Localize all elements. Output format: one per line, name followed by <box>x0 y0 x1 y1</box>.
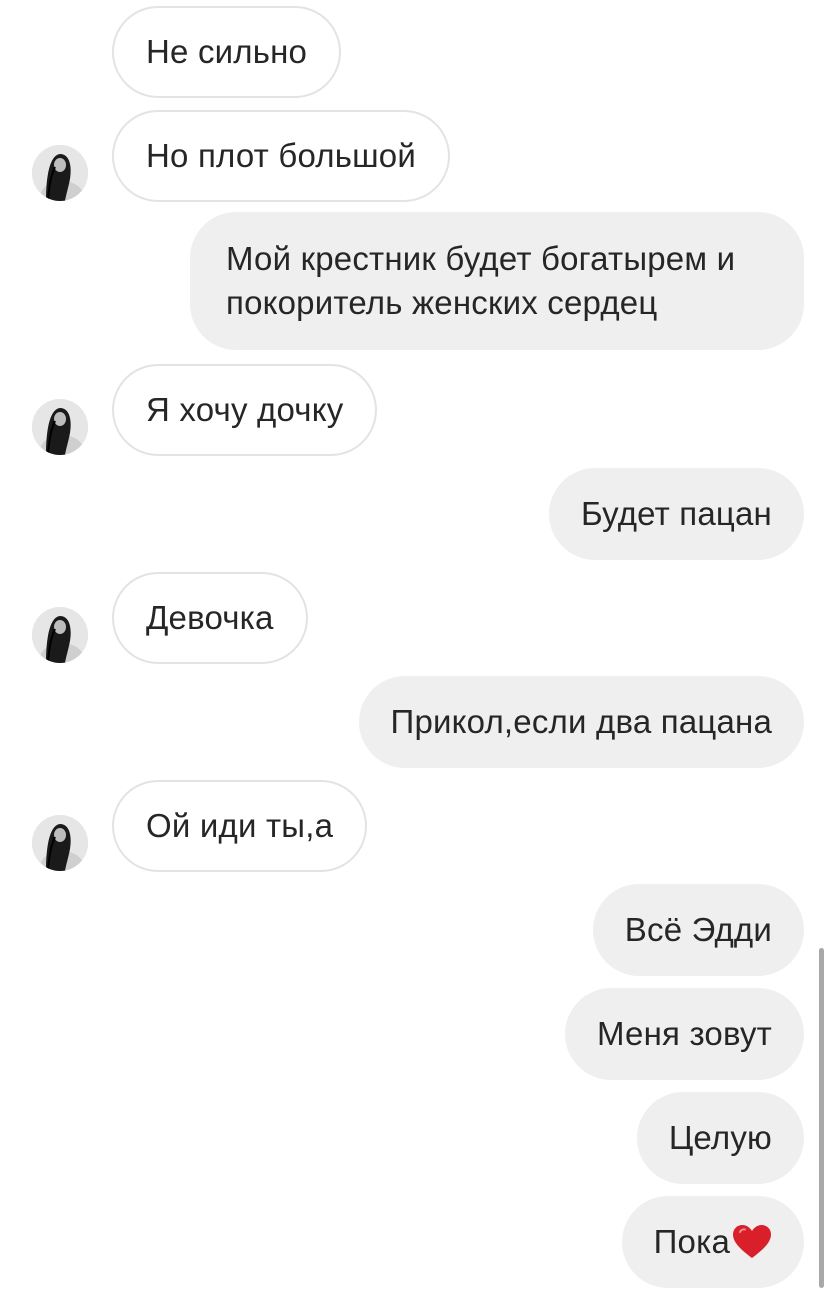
message-text: Не сильно <box>146 33 308 70</box>
scrollbar[interactable] <box>819 948 824 1288</box>
contact-avatar[interactable] <box>32 145 88 201</box>
message-bubble-incoming[interactable]: Ой иди ты,а <box>112 780 368 872</box>
message-text: Меня зовут <box>596 1015 772 1052</box>
message-bubble-outgoing[interactable]: Будет пацан <box>548 468 804 560</box>
message-bubble-outgoing[interactable]: Целую <box>636 1092 804 1184</box>
message-text: Ой иди ты,а <box>146 807 334 844</box>
message-bubble-outgoing[interactable]: Мой крестник будет богатырем и покорител… <box>190 212 804 350</box>
message-bubble-incoming[interactable]: Не сильно <box>112 6 342 98</box>
message-bubble-outgoing[interactable]: Меня зовут <box>564 988 804 1080</box>
red-heart-icon <box>733 1225 771 1258</box>
message-text: Всё Эдди <box>624 911 772 948</box>
message-bubble-outgoing[interactable]: Пока <box>621 1196 804 1288</box>
message-text: Целую <box>668 1119 772 1156</box>
message-text: Девочка <box>146 599 274 636</box>
message-bubble-incoming[interactable]: Девочка <box>112 572 308 664</box>
chat-thread[interactable]: Не сильно Но плот большой Мой крестник б… <box>0 0 828 1292</box>
message-text: Прикол,если два пацана <box>390 703 772 740</box>
message-text: Я хочу дочку <box>146 391 344 428</box>
contact-avatar[interactable] <box>32 815 88 871</box>
message-text: Мой крестник будет богатырем и покорител… <box>226 240 736 321</box>
message-text: Будет пацан <box>580 495 772 532</box>
message-text: Но плот большой <box>146 137 416 174</box>
message-bubble-outgoing[interactable]: Всё Эдди <box>592 884 804 976</box>
message-bubble-incoming[interactable]: Но плот большой <box>112 110 450 202</box>
message-bubble-outgoing[interactable]: Прикол,если два пацана <box>358 676 804 768</box>
contact-avatar[interactable] <box>32 607 88 663</box>
contact-avatar[interactable] <box>32 399 88 455</box>
message-bubble-incoming[interactable]: Я хочу дочку <box>112 364 378 456</box>
message-text: Пока <box>653 1223 730 1260</box>
